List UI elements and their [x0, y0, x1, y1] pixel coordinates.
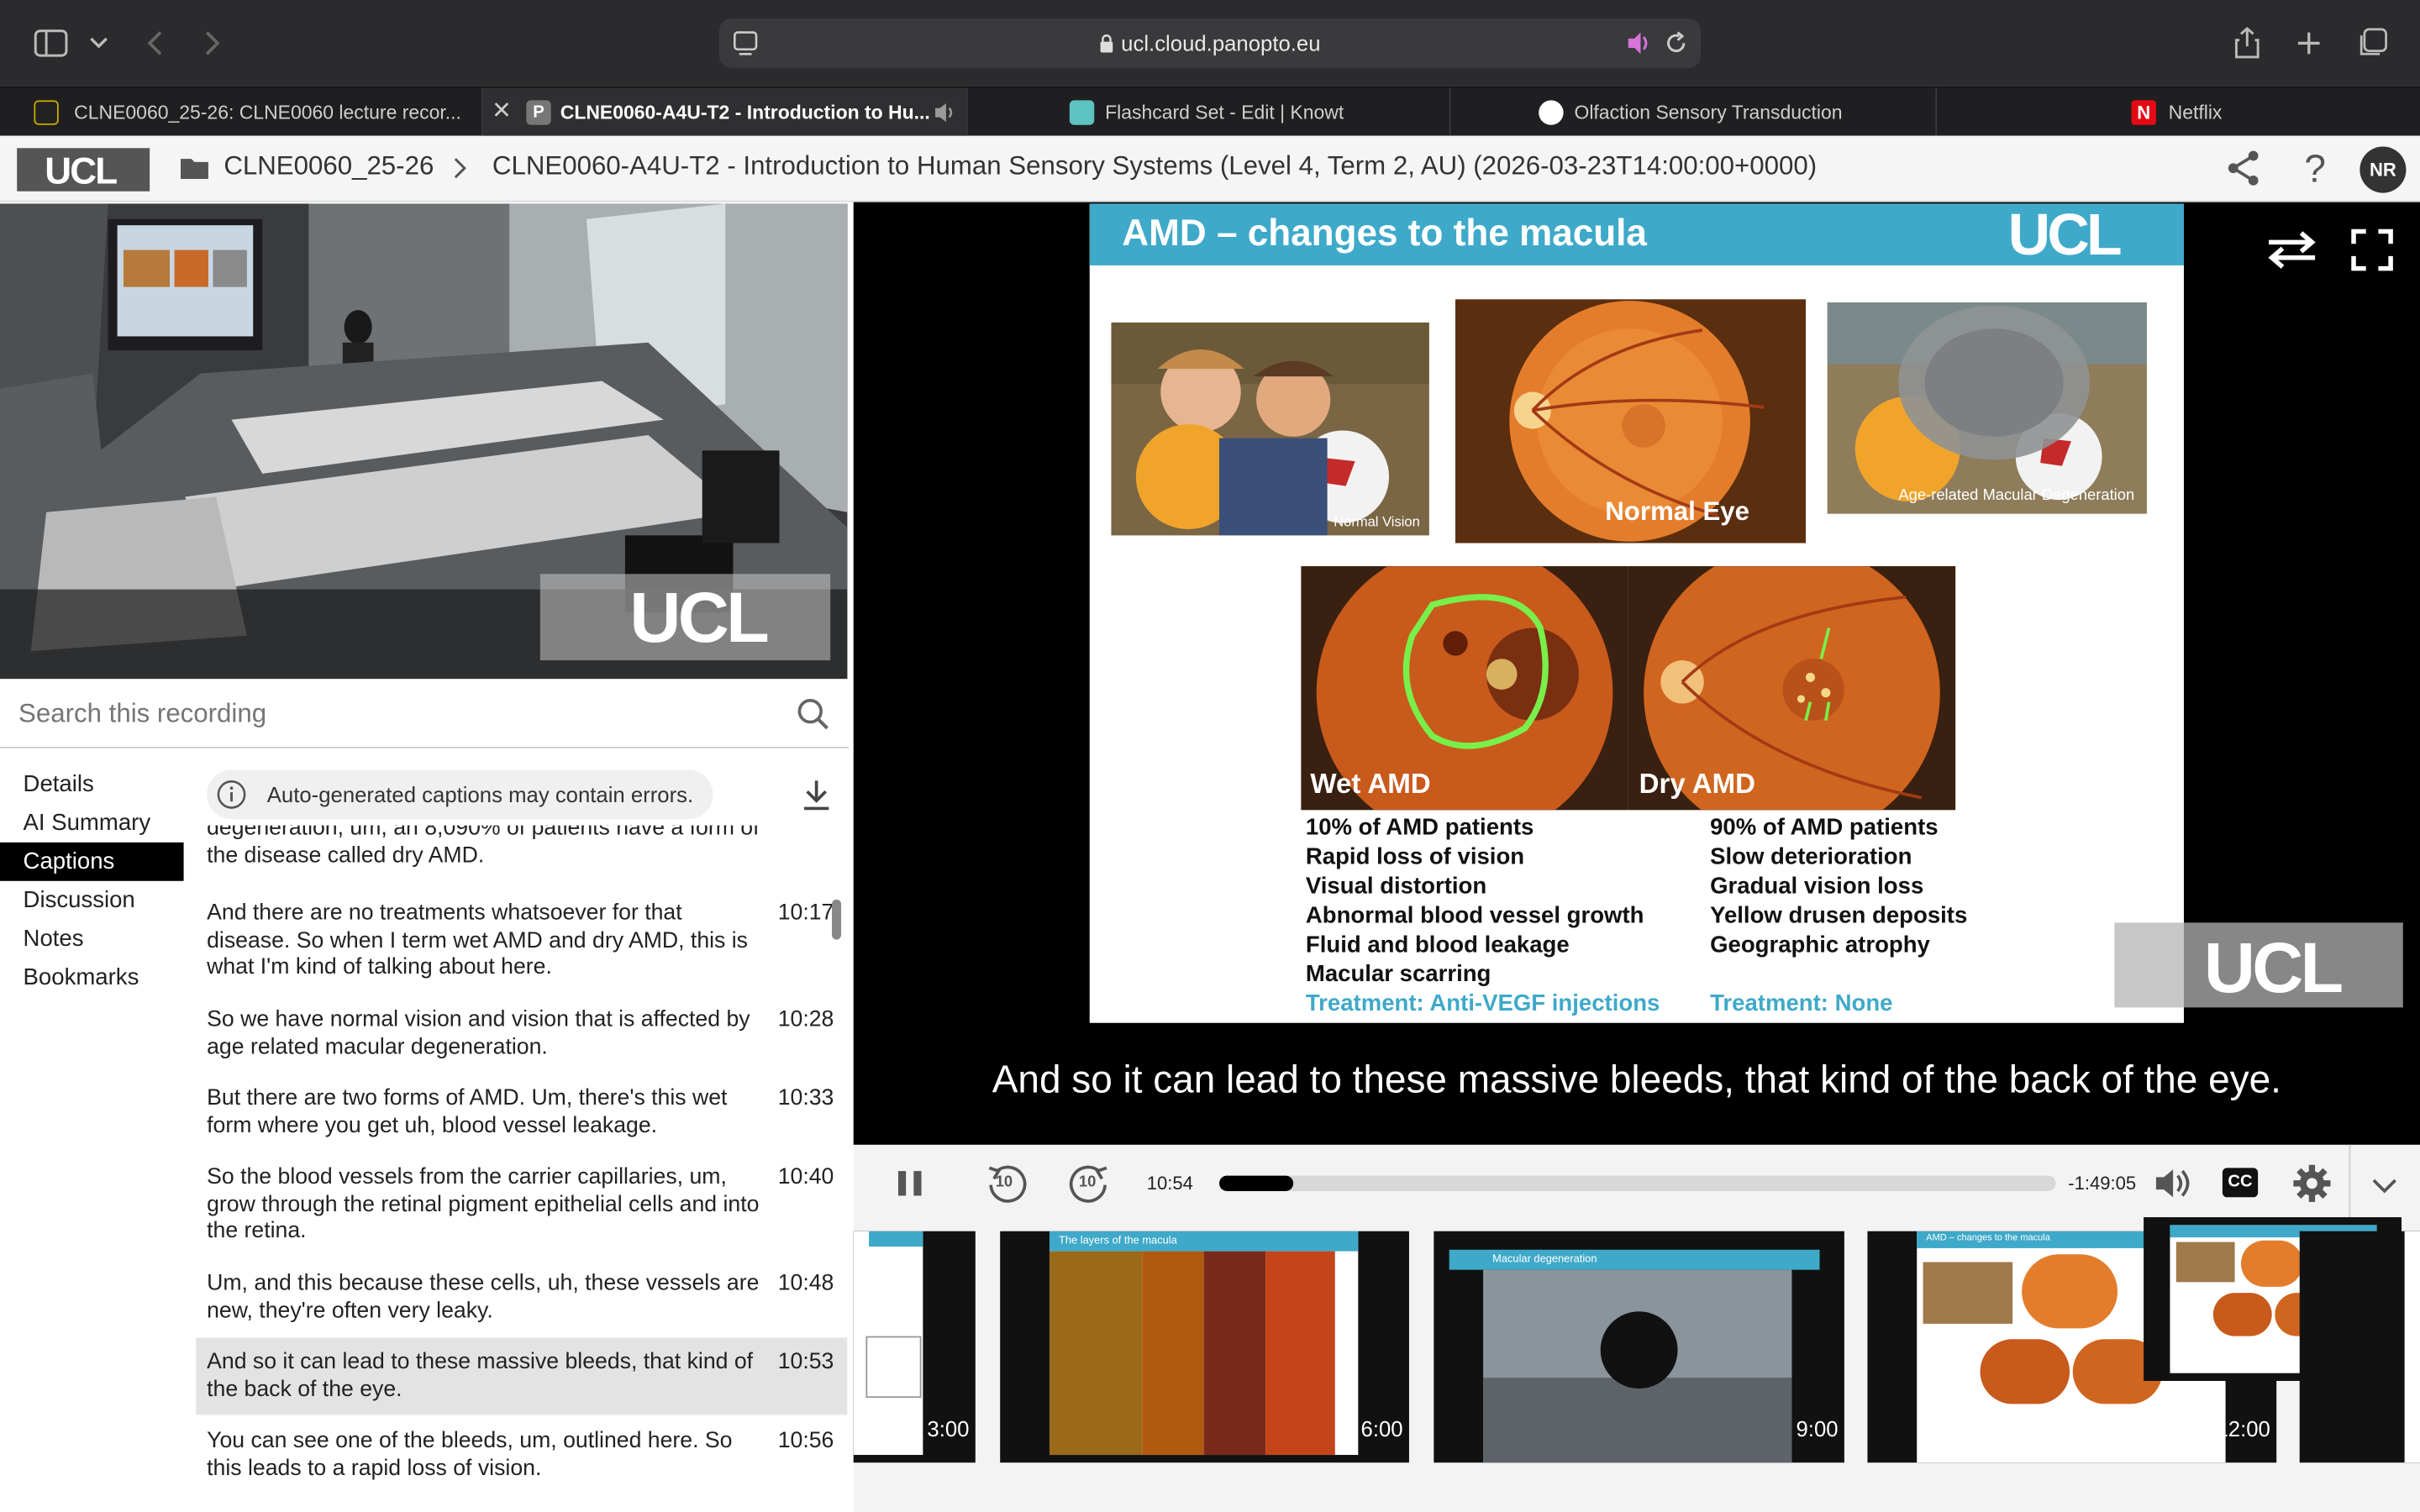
thumbnail[interactable]: [2299, 1231, 2420, 1463]
reload-icon[interactable]: [1664, 31, 1688, 64]
share-icon[interactable]: [2226, 22, 2269, 65]
new-tab-icon[interactable]: [2287, 22, 2330, 65]
dry-treatment: Treatment: None: [1710, 990, 1893, 1017]
nav-captions[interactable]: Captions: [0, 842, 184, 881]
viewer-header: UCL CLNE0060_25-26 CLNE0060-A4U-T2 - Int…: [0, 135, 2420, 202]
panopto-favicon: P: [526, 100, 551, 125]
captions-notice: Auto-generated captions may contain erro…: [207, 769, 713, 820]
dry-amd-image: Dry AMD: [1628, 566, 1956, 811]
netflix-favicon: N: [2131, 100, 2156, 125]
address-bar[interactable]: ucl.cloud.panopto.eu: [718, 18, 1702, 68]
normal-eye-image: Normal Eye: [1455, 299, 1806, 543]
current-time: 10:54: [1146, 1172, 1193, 1194]
sidebar-toggle-icon[interactable]: [29, 22, 72, 65]
progress-fill: [1219, 1175, 1293, 1191]
wet-treatment: Treatment: Anti-VEGF injections: [1305, 990, 1660, 1017]
transcript-entry[interactable]: So we have normal vision and vision that…: [196, 1007, 847, 1066]
transcript-entry[interactable]: So the blood vessels from the carrier ca…: [196, 1165, 847, 1252]
divider: [2349, 1144, 2351, 1222]
search-bar: [0, 680, 850, 748]
tab-knowt[interactable]: Flashcard Set - Edit | Knowt: [968, 87, 1451, 138]
chevron-down-icon[interactable]: [77, 22, 120, 65]
player-controls: 10 10 10:54 -1:49:05 CC: [853, 1144, 2420, 1222]
pause-icon[interactable]: [895, 1168, 926, 1206]
amd-vision-photo: Age-related Macular Degeneration: [1827, 302, 2147, 514]
search-input[interactable]: [18, 696, 760, 733]
nav-bookmarks[interactable]: Bookmarks: [0, 958, 185, 997]
transcript-list: degeneration, um, an 8,090% of patients …: [196, 826, 848, 1512]
transcript-entry[interactable]: And there are no treatments whatsoever f…: [196, 901, 847, 988]
search-icon[interactable]: [797, 697, 830, 739]
avatar[interactable]: NR: [2360, 146, 2407, 193]
breadcrumb-folder[interactable]: CLNE0060_25-26: [224, 151, 434, 182]
fullscreen-icon[interactable]: [2350, 228, 2393, 280]
swap-streams-icon[interactable]: [2264, 230, 2319, 278]
ucl-watermark: UCL: [2114, 922, 2403, 1008]
tab-audio-icon[interactable]: [934, 102, 958, 128]
share-icon[interactable]: [2224, 148, 2267, 191]
forward-10-icon[interactable]: 10: [1068, 1162, 1111, 1205]
thumbnail[interactable]: The layers of the macula 6:00: [1000, 1231, 1409, 1463]
ucl-favicon: [34, 100, 59, 125]
folder-icon: [180, 156, 208, 187]
chevron-right-icon: [454, 157, 468, 186]
help-icon[interactable]: ?: [2293, 148, 2336, 191]
slide-title-bar: AMD – changes to the macula UCL: [1089, 203, 2184, 269]
slide-ucl-logo: UCL: [2007, 203, 2123, 269]
tab-panopto-recording[interactable]: P CLNE0060-A4U-T2 - Introduction to Hu..…: [482, 87, 968, 138]
forward-icon[interactable]: [192, 22, 234, 65]
remaining-time: -1:49:05: [2068, 1172, 2137, 1194]
close-tab-icon[interactable]: [492, 100, 511, 123]
rewind-10-icon[interactable]: 10: [985, 1162, 1028, 1205]
tab-bar: CLNE0060_25-26: CLNE0060 lecture recor..…: [0, 86, 2420, 138]
tab-overview-icon[interactable]: [2350, 22, 2393, 65]
progress-bar[interactable]: [1219, 1175, 2056, 1191]
thumbnail[interactable]: 3:00: [853, 1231, 976, 1463]
sidebar-nav: Details AI Summary Captions Discussion N…: [0, 765, 185, 997]
slide-title: AMD – changes to the macula: [1122, 213, 1647, 255]
thumbnail-strip: 3:00 The layers of the macula 6:00 Macul…: [853, 1217, 2420, 1512]
tab-netflix[interactable]: N Netflix: [1937, 88, 2420, 138]
closed-captions-button[interactable]: CC: [2222, 1168, 2259, 1198]
nav-details[interactable]: Details: [0, 765, 185, 804]
nav-notes[interactable]: Notes: [0, 920, 185, 958]
volume-icon[interactable]: [2153, 1165, 2196, 1210]
thumbnail[interactable]: Macular degeneration 9:00: [1434, 1231, 1844, 1463]
session-title: CLNE0060-A4U-T2 - Introduction to Human …: [492, 151, 1818, 181]
openai-favicon: [1539, 100, 1564, 125]
back-icon[interactable]: [133, 22, 176, 65]
transcript-entry[interactable]: Um, and this because these cells, uh, th…: [196, 1271, 847, 1330]
transcript-entry-active[interactable]: And so it can lead to these massive blee…: [196, 1337, 848, 1415]
transcript-entry[interactable]: You can see one of the bleeds, um, outli…: [196, 1429, 847, 1488]
transcript-entry[interactable]: But there are two forms of AMD. Um, ther…: [196, 1086, 847, 1145]
knowt-favicon: [1069, 100, 1095, 125]
download-icon[interactable]: [799, 778, 833, 820]
lock-icon: [1099, 33, 1114, 57]
info-icon: [216, 780, 247, 815]
transcript-entry[interactable]: degeneration, um, an 8,090% of patients …: [196, 826, 847, 875]
chevron-down-icon[interactable]: [2372, 1174, 2396, 1202]
wet-amd-points: 10% of AMD patients Rapid loss of vision…: [1305, 814, 1660, 1017]
ucl-logo[interactable]: UCL: [17, 148, 150, 193]
dry-amd-points: 90% of AMD patients Slow deterioration G…: [1710, 814, 1968, 1017]
url-host: ucl.cloud.panopto.eu: [719, 31, 1701, 57]
transcript-scrollbar[interactable]: [832, 899, 842, 940]
lecture-slide: AMD – changes to the macula UCL Normal V…: [1089, 203, 2184, 1023]
nav-ai-summary[interactable]: AI Summary: [0, 804, 185, 843]
tab-clne0060-lecture[interactable]: CLNE0060_25-26: CLNE0060 lecture recor..…: [0, 87, 483, 138]
camera-video[interactable]: UCL: [0, 203, 848, 680]
normal-vision-photo: Normal Vision: [1111, 322, 1429, 536]
ucl-watermark: UCL: [539, 574, 831, 661]
settings-gear-icon[interactable]: [2292, 1163, 2333, 1211]
tab-olfaction[interactable]: Olfaction Sensory Transduction: [1451, 87, 1938, 138]
browser-toolbar: ucl.cloud.panopto.eu: [0, 0, 2420, 87]
wet-amd-image: Wet AMD: [1301, 566, 1628, 811]
audio-playing-icon[interactable]: [1625, 31, 1653, 64]
subtitle-text: And so it can lead to these massive blee…: [992, 1058, 2281, 1102]
nav-discussion[interactable]: Discussion: [0, 881, 185, 920]
